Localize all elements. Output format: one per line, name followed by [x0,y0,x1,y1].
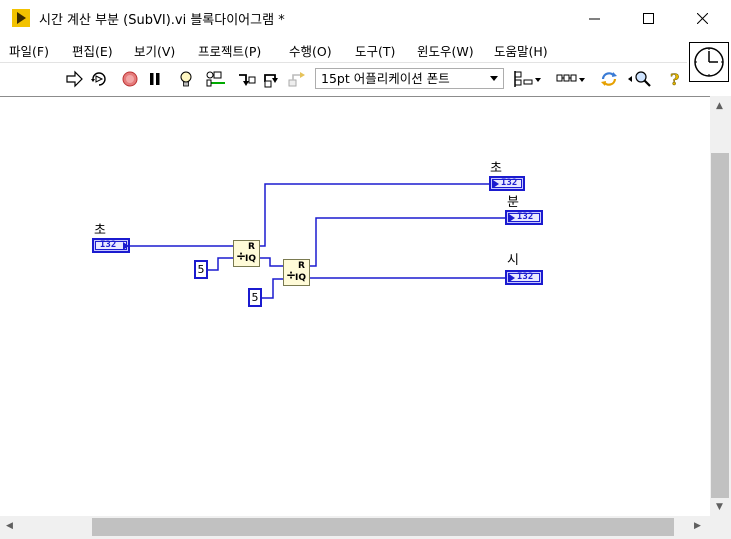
terminal-arrow-icon [493,180,499,188]
quotient-remainder-node-2[interactable]: ÷ R IQ [283,259,310,286]
node-quotient-label: IQ [245,254,256,264]
output-hours-label: 시 [507,253,519,268]
constant-5-second[interactable]: 5 [248,288,262,307]
output-minutes-label: 분 [507,195,519,210]
scroll-up-icon[interactable]: ▲ [716,102,723,111]
output-hours-indicator[interactable]: I32 [505,270,543,285]
scroll-down-icon[interactable]: ▼ [716,503,723,512]
scrollbar-corner [710,516,731,539]
node-remainder-label: R [248,242,255,252]
scroll-right-icon[interactable]: ▶ [694,522,701,531]
input-seconds-control[interactable]: I32 [92,238,130,253]
wire-seconds-output [260,183,489,247]
vertical-scroll-thumb[interactable] [711,153,729,498]
wire-minutes-output [310,217,505,267]
output-type-label: I32 [517,272,534,282]
terminal-arrow-icon [123,242,129,250]
terminal-arrow-icon [509,214,515,222]
block-diagram-window: 시간 계산 부분 (SubVI).vi 블록다이어그램 * 파일(F) 편집(E… [0,0,731,539]
horizontal-scroll-thumb[interactable] [92,518,674,536]
output-type-label: I32 [517,212,534,222]
output-seconds-label: 초 [490,161,502,176]
node-quotient-label: IQ [295,273,306,283]
output-minutes-indicator[interactable]: I32 [505,210,543,225]
wires [130,183,505,299]
input-seconds-label: 초 [94,223,106,238]
quotient-remainder-node-1[interactable]: ÷ R IQ [233,240,260,267]
output-seconds-indicator[interactable]: I32 [489,176,525,191]
output-type-label: I32 [501,178,518,188]
terminal-arrow-icon [509,274,515,282]
input-type-label: I32 [100,240,117,250]
node-remainder-label: R [298,261,305,271]
constant-5-first[interactable]: 5 [194,260,208,279]
scroll-left-icon[interactable]: ◀ [6,522,13,531]
